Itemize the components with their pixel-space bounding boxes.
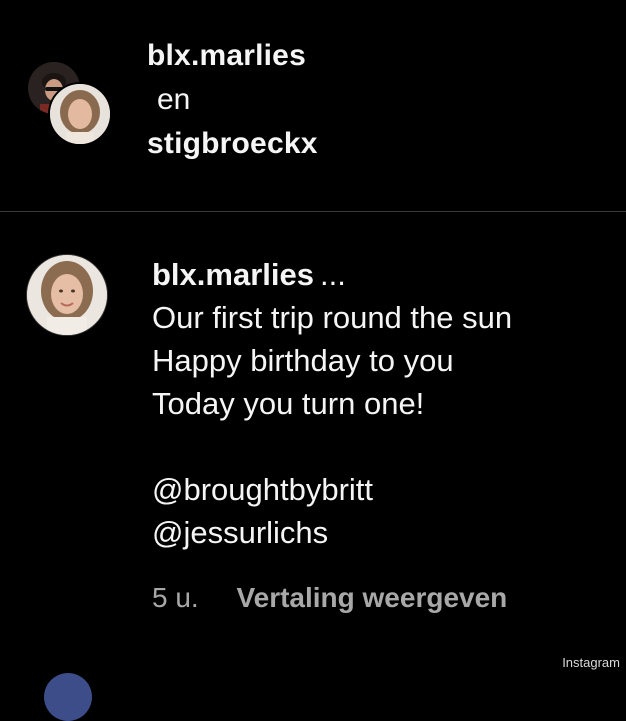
username-link[interactable]: blx.marlies [147, 34, 318, 78]
collab-avatars[interactable] [28, 62, 112, 146]
username-link[interactable]: stigbroeckx [147, 122, 318, 166]
mention-link[interactable]: @jessurlichs [152, 511, 612, 554]
comment-meta: 5 u. Vertaling weergeven [152, 580, 507, 616]
comment-author[interactable]: blx.marlies [152, 257, 314, 292]
avatar[interactable] [26, 254, 108, 336]
caption: blx.marlies... Our first trip round the … [152, 253, 612, 554]
divider [0, 211, 626, 212]
watermark: Instagram [562, 655, 620, 670]
post-header: blx.marlies en stigbroeckx [0, 0, 626, 212]
translate-button[interactable]: Vertaling weergeven [236, 582, 507, 613]
conjunction-text: en [157, 83, 191, 116]
caption-line: Our first trip round the sun [152, 300, 513, 335]
avatar[interactable] [44, 673, 92, 721]
timestamp: 5 u. [152, 582, 199, 613]
caption-line: Today you turn one! [152, 386, 425, 421]
caption-line: Happy birthday to you [152, 343, 454, 378]
more-text[interactable]: ... [320, 257, 346, 292]
mention-link[interactable]: @broughtbybritt [152, 468, 612, 511]
avatar[interactable] [48, 82, 112, 146]
caption-header: blx.marlies... [152, 253, 612, 296]
header-usernames: blx.marlies en stigbroeckx [147, 34, 318, 166]
